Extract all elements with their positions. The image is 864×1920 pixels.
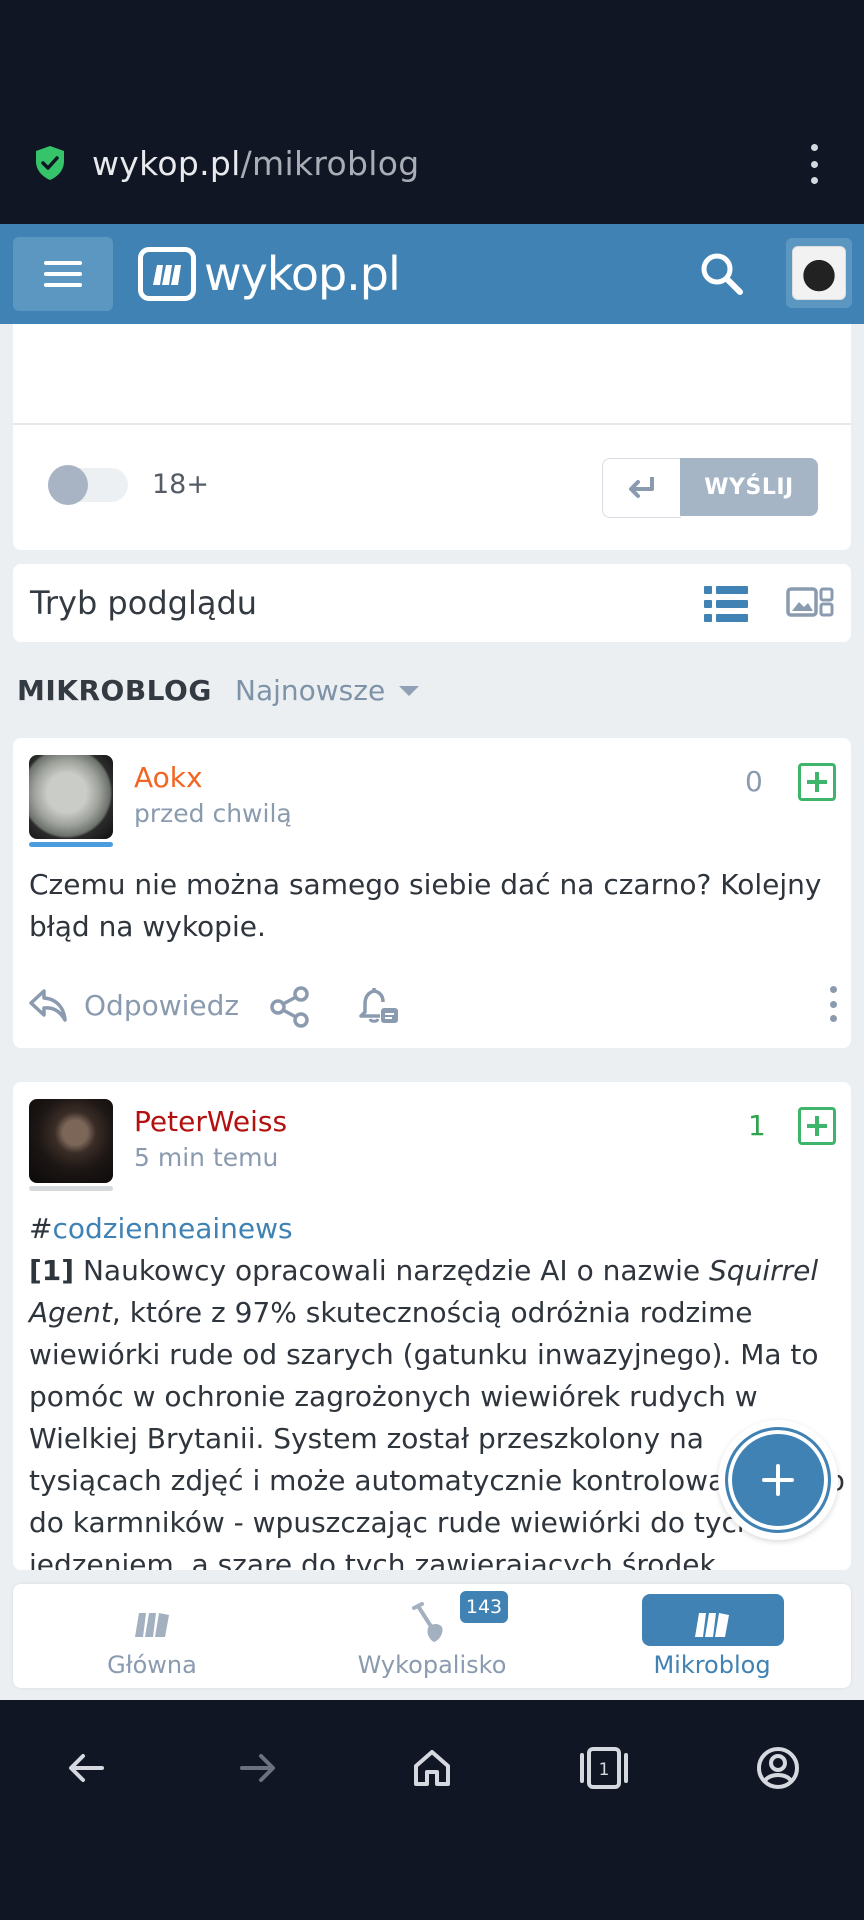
entry-author[interactable]: PeterWeiss [134, 1104, 287, 1140]
enter-icon [629, 477, 654, 498]
hash-symbol: # [29, 1212, 53, 1245]
sort-dropdown[interactable]: Najnowsze [235, 672, 420, 710]
profile-button[interactable] [786, 238, 852, 308]
list-view-icon[interactable] [704, 585, 748, 623]
nav-item-wykopalisko[interactable]: Wykopalisko [302, 1584, 562, 1688]
entry-index: [1] [29, 1254, 75, 1287]
system-nav-bar [0, 1700, 864, 1920]
forward-arrow-icon[interactable] [226, 1736, 290, 1800]
sort-value: Najnowsze [235, 674, 386, 707]
site-logo[interactable]: wykop.pl [138, 246, 401, 302]
status-bar [0, 0, 864, 124]
nav-label: Mikroblog [653, 1651, 771, 1679]
search-icon[interactable] [696, 248, 748, 300]
media-view-icon[interactable] [786, 585, 834, 621]
entry-body-clip: #codzienneainews [1] Naukowcy opracowali… [13, 1200, 851, 1570]
more-options-icon[interactable] [828, 986, 838, 1022]
nav-item-glowna[interactable]: Główna [22, 1584, 282, 1688]
entry-time[interactable]: 5 min temu [134, 1141, 278, 1175]
toggle-knob[interactable] [48, 465, 88, 505]
send-button[interactable]: WYŚLIJ [680, 458, 818, 516]
wykopalisko-count-badge: 143 [460, 1591, 508, 1623]
entry-author[interactable]: Aokx [134, 760, 203, 796]
url-path: /mikroblog [240, 144, 420, 183]
upvote-button[interactable] [798, 1107, 836, 1145]
share-icon[interactable] [268, 985, 312, 1029]
url-host: wykop.pl [92, 144, 241, 183]
notification-bell-icon[interactable] [356, 984, 400, 1028]
entry-text: [1] Naukowcy opracowali narzędzie AI o n… [29, 1250, 845, 1570]
browser-menu-icon[interactable] [800, 144, 828, 184]
divider [13, 423, 851, 425]
fab-circle [725, 1427, 831, 1533]
add-entry-button[interactable] [718, 1420, 838, 1540]
plus-icon [762, 1464, 794, 1496]
tag-line: #codzienneainews [29, 1208, 845, 1250]
avatar[interactable] [29, 1099, 113, 1183]
account-icon[interactable] [746, 1736, 810, 1800]
entry-body: #codzienneainews [1] Naukowcy opracowali… [29, 1208, 845, 1570]
wykop-logo-icon [138, 247, 196, 301]
upvote-button[interactable] [798, 763, 836, 801]
mikroblog-icon [692, 1604, 732, 1644]
nav-label: Główna [107, 1651, 197, 1679]
nav-item-mikroblog[interactable]: Mikroblog [582, 1584, 842, 1688]
chevron-down-icon [399, 686, 420, 696]
home-icon[interactable] [400, 1736, 464, 1800]
secure-shield-icon[interactable] [34, 145, 66, 181]
logo-text: wykop.pl [204, 247, 401, 301]
enter-key-button[interactable] [602, 458, 681, 518]
entry-composer[interactable] [13, 324, 851, 550]
entry-text-a: Naukowcy opracowali narzędzie AI o nazwi… [74, 1254, 710, 1287]
tabs-icon[interactable]: 1 [572, 1736, 636, 1800]
user-color-bar [29, 842, 113, 847]
back-arrow-icon[interactable] [54, 1736, 118, 1800]
avatar[interactable] [29, 755, 113, 839]
svg-text:1: 1 [599, 1760, 610, 1780]
adult-toggle-label: 18+ [152, 469, 209, 500]
vote-count: 0 [745, 765, 763, 798]
user-color-bar [29, 1186, 113, 1191]
hashtag-link[interactable]: codzienneainews [52, 1212, 292, 1245]
vote-count: 1 [748, 1109, 766, 1142]
nav-label: Wykopalisko [357, 1651, 507, 1679]
entry-body: Czemu nie można samego siebie dać na cza… [29, 868, 822, 943]
reply-button[interactable]: Odpowiedz [84, 987, 239, 1025]
avatar [792, 246, 846, 300]
hamburger-menu-button[interactable] [13, 237, 113, 311]
reply-icon[interactable] [28, 985, 68, 1025]
entry-time[interactable]: przed chwilą [134, 797, 292, 831]
shovel-icon [412, 1602, 452, 1644]
url-text[interactable]: wykop.pl/mikroblog [92, 142, 419, 186]
section-title: MIKROBLOG [17, 674, 212, 707]
wykop-home-icon [132, 1604, 172, 1644]
preview-mode-title: Tryb podglądu [30, 584, 258, 622]
entry-text-b: , które z 97% skutecznością odróżnia rod… [29, 1296, 845, 1570]
